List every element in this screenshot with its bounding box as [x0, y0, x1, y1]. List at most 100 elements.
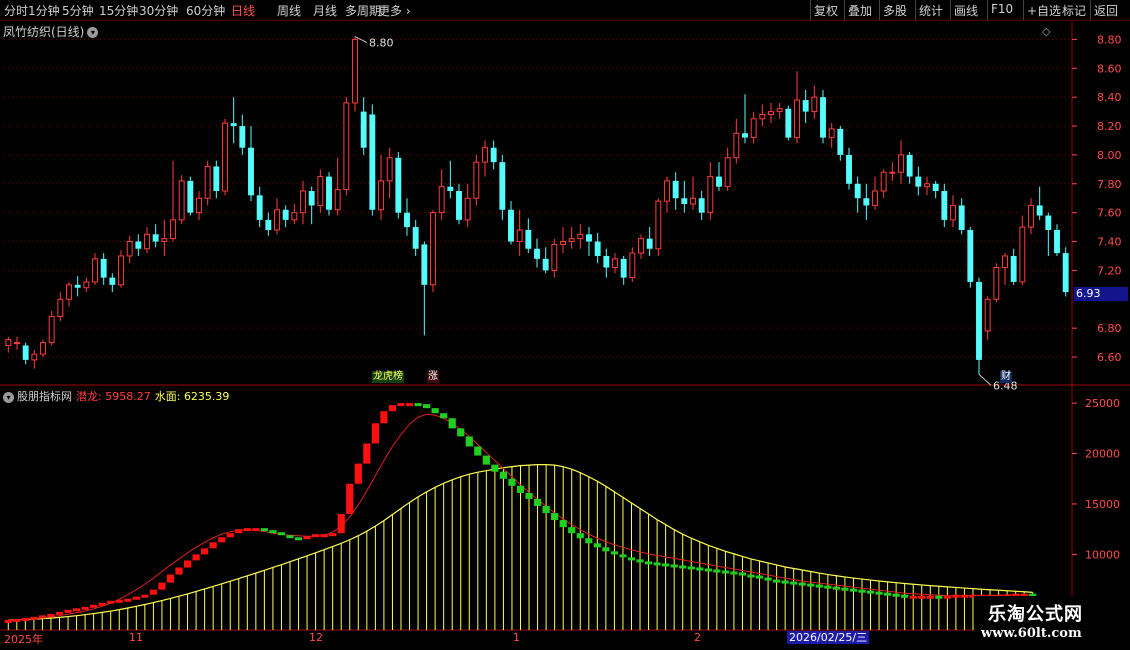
candle-body: [776, 108, 783, 113]
candle-body: [690, 197, 696, 205]
price-tick-label: 7.80: [1097, 178, 1122, 191]
candle-body: [14, 342, 20, 345]
x-label-year: 2025年: [4, 633, 43, 646]
dragon-bar: [474, 446, 482, 456]
candle-body: [66, 284, 72, 300]
candle-body: [109, 277, 116, 285]
dragon-bar: [405, 403, 414, 407]
candle-body: [265, 219, 272, 230]
water-value: 6235.39: [183, 390, 230, 403]
price-tick-label: 7.40: [1097, 236, 1122, 249]
candle-body: [1036, 205, 1043, 216]
dragon-bar: [81, 606, 89, 610]
dragon-bar: [218, 537, 226, 543]
chart-canvas[interactable]: ◇ 8.80 8.60 8.40 8.20 8.00 7.80 7.60 7.40 7.20 6.8…: [0, 0, 1130, 650]
candle-body: [152, 234, 159, 242]
finance-tag[interactable]: 财: [1000, 371, 1012, 383]
candle-body: [1010, 255, 1017, 282]
dragon-bar: [337, 514, 345, 534]
dragon-bar: [4, 619, 12, 623]
candle-body: [716, 176, 722, 187]
candle-body: [534, 248, 540, 259]
dragon-bar: [482, 455, 490, 465]
dragon-bar: [13, 618, 21, 622]
candle-body: [144, 233, 150, 250]
candle-body: [1062, 253, 1069, 293]
x-label-nov: 11: [129, 631, 143, 644]
candle-body: [369, 114, 376, 210]
candle-body: [542, 258, 549, 271]
chevron-down-icon[interactable]: ▾: [3, 391, 14, 403]
x-label-dec: 12: [309, 631, 323, 644]
dragon-bar: [286, 535, 294, 539]
watermark-url: www.60lt.com: [981, 626, 1082, 641]
dragon-bar: [90, 604, 98, 608]
dragon-bar: [909, 595, 917, 599]
dragon-bar: [662, 563, 670, 567]
dragon-bar: [738, 572, 747, 576]
candle-body: [126, 241, 133, 257]
water-label: 水面:: [154, 390, 181, 403]
dragon-bar: [704, 568, 712, 572]
current-price-badge: 6.93: [1074, 287, 1128, 301]
candle-body: [31, 353, 38, 361]
dragon-bar: [653, 562, 661, 566]
dragon-bar: [551, 513, 559, 521]
candle-body: [846, 154, 852, 184]
price-tick-label: 8.00: [1097, 149, 1122, 162]
indicator-tick-label: 10000: [1085, 548, 1120, 561]
indicator-tick-label: 20000: [1085, 448, 1120, 461]
candle-body: [317, 176, 324, 206]
candle-body: [92, 258, 98, 283]
dragon-bar: [499, 471, 508, 479]
dragon-bar: [781, 580, 789, 584]
dragon-bar: [346, 483, 354, 515]
dragon-bar: [166, 574, 175, 583]
candle-body: [239, 126, 246, 148]
limit-up-tag[interactable]: 涨: [427, 371, 439, 383]
candle-body: [664, 180, 670, 202]
candle-body: [187, 180, 194, 213]
dragon-tiger-tag[interactable]: 龙虎榜: [372, 371, 404, 383]
candle-body: [40, 342, 46, 355]
candle-body: [785, 108, 792, 138]
dragon-bar: [132, 596, 140, 600]
dragon-bar: [952, 594, 960, 598]
candle-body: [447, 186, 454, 192]
candle-body: [586, 234, 592, 242]
dragon-bar: [149, 589, 157, 595]
candle-body: [603, 255, 610, 268]
dragon-bar: [226, 533, 234, 538]
candle-body: [924, 183, 930, 188]
candle-body: [950, 204, 956, 221]
candle-body: [638, 238, 644, 254]
dragon-bar: [115, 599, 123, 603]
dragon-bar: [542, 505, 550, 514]
dragon-bar: [465, 436, 473, 447]
candle-body: [984, 298, 991, 332]
dragon-bar: [790, 581, 798, 585]
price-tick-label: 8.40: [1097, 91, 1122, 104]
dragon-bar: [303, 536, 311, 540]
dragon-bar: [183, 560, 192, 568]
dragon-bar: [243, 528, 251, 532]
candle-body: [100, 258, 107, 278]
dragon-bar: [619, 554, 627, 558]
candle-body: [733, 132, 740, 159]
candle-body: [958, 205, 965, 230]
candle-body: [421, 244, 428, 285]
candle-body: [456, 191, 462, 220]
dragon-bar: [260, 528, 268, 532]
candle-body: [161, 238, 168, 243]
candle-body: [300, 190, 306, 214]
dragon-bar: [72, 608, 81, 612]
candle-body: [1028, 204, 1034, 228]
indicator-title[interactable]: ▾ 股朋指标网 潜龙: 5958.27 水面: 6235.39: [3, 388, 233, 404]
dragon-bar: [64, 609, 72, 613]
candle-body: [811, 96, 818, 113]
candle-body: [222, 122, 228, 192]
candle-body: [1002, 255, 1008, 269]
dragon-bar: [269, 530, 277, 534]
dragon-bar: [294, 537, 303, 541]
dragon-bar: [764, 577, 772, 581]
